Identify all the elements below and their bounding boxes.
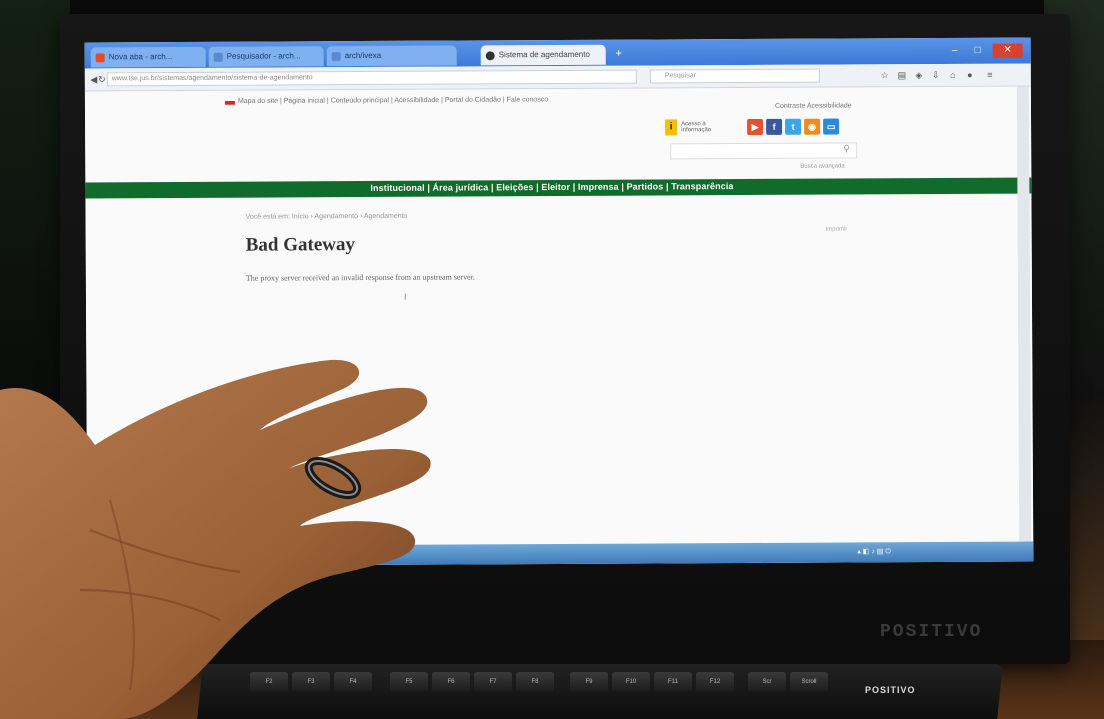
pocket-icon[interactable]: ◈ [914,69,924,81]
rss-icon[interactable]: ◉ [804,118,821,135]
hand-illustration [0,359,431,719]
tab-favicon-icon [485,51,495,61]
download-icon[interactable]: ⇩ [931,69,941,81]
text-cursor-icon: I [403,291,407,302]
menu-item-eleicoes[interactable]: Eleições [496,182,533,192]
busca-avancada-link[interactable]: Busca avançada [800,164,844,170]
menu-item-institucional[interactable]: Institucional [370,183,424,193]
browser-tab-active[interactable]: Sistema de agendamento [480,44,606,66]
browser-tab[interactable]: Nova aba - arch... [90,46,206,68]
tab-label: Pesquisador - arch... [226,51,301,61]
menu-item-eleitor[interactable]: Eleitor [541,182,570,192]
tab-favicon-icon [95,53,105,63]
chat-icon[interactable]: ● [965,69,975,81]
browser-search-input[interactable]: Pesquisar [649,68,820,84]
facebook-icon[interactable]: f [766,118,783,135]
maximize-button[interactable]: □ [967,44,989,58]
menu-item-area-juridica[interactable]: Área jurídica [433,182,489,192]
page-title: Bad Gateway [245,234,356,256]
browser-tab[interactable]: arch/ivexa [326,45,457,67]
site-search-input[interactable] [670,142,858,160]
brazil-flag-icon [224,97,235,105]
tab-favicon-icon [213,52,223,62]
twitter-icon[interactable]: t [785,118,802,135]
monitor-brand: POSITIVO [880,622,983,642]
keyboard-key: F9 [570,672,608,692]
reading-list-icon[interactable]: ▤ [897,69,907,81]
error-message: The proxy server received an invalid res… [245,272,475,283]
acesso-informacao-link[interactable]: i Acesso à Informação [665,119,725,136]
scrollbar[interactable] [1016,86,1032,542]
keyboard-key: Scroll [790,672,828,692]
new-tab-button[interactable]: + [612,48,626,60]
keyboard-key: F10 [612,672,650,692]
search-icon[interactable]: ⚲ [843,143,850,154]
reload-icon[interactable]: ↻ [97,73,107,85]
keyboard-key: F11 [654,672,692,692]
youtube-icon[interactable]: ▶ [747,118,764,136]
keyboard-key: Scr [748,672,786,692]
flickr-icon[interactable]: ▭ [823,118,840,135]
palm-shape [0,359,431,719]
site-main-menu: Institucional | Área jurídica | Eleições… [370,181,734,193]
browser-tab[interactable]: Pesquisador - arch... [208,46,324,67]
system-tray[interactable]: ▴ ◧ ♪ ▤ ⏻ [857,547,891,556]
tab-label: Sistema de agendamento [498,49,590,60]
keyboard-key: F7 [474,672,512,692]
menu-icon[interactable]: ≡ [985,69,995,81]
star-icon[interactable]: ☆ [880,69,890,81]
menu-item-imprensa[interactable]: Imprensa [578,182,619,192]
home-icon[interactable]: ⌂ [948,69,958,81]
menu-item-transparencia[interactable]: Transparência [671,181,733,191]
keyboard-key: F12 [696,672,734,692]
info-icon: i [665,119,678,136]
breadcrumb[interactable]: Você está em: Início › Agendamento › Age… [246,213,408,221]
accessibility-links[interactable]: Contraste Acessibilidade [775,102,852,109]
keyboard-brand: POSITIVO [865,685,916,695]
close-button[interactable]: ✕ [992,43,1023,58]
tab-favicon-icon [331,52,341,62]
print-link[interactable]: Imprimir [826,226,848,232]
tab-label: arch/ivexa [344,50,382,61]
menu-item-partidos[interactable]: Partidos [627,181,664,191]
keyboard-key: F8 [516,672,554,692]
url-input[interactable]: www.tse.jus.br/sistemas/agendamento/sist… [106,69,637,87]
minimize-button[interactable]: – [945,44,965,58]
tab-label: Nova aba - arch... [108,52,173,62]
acesso-label: Acesso à Informação [681,121,712,134]
